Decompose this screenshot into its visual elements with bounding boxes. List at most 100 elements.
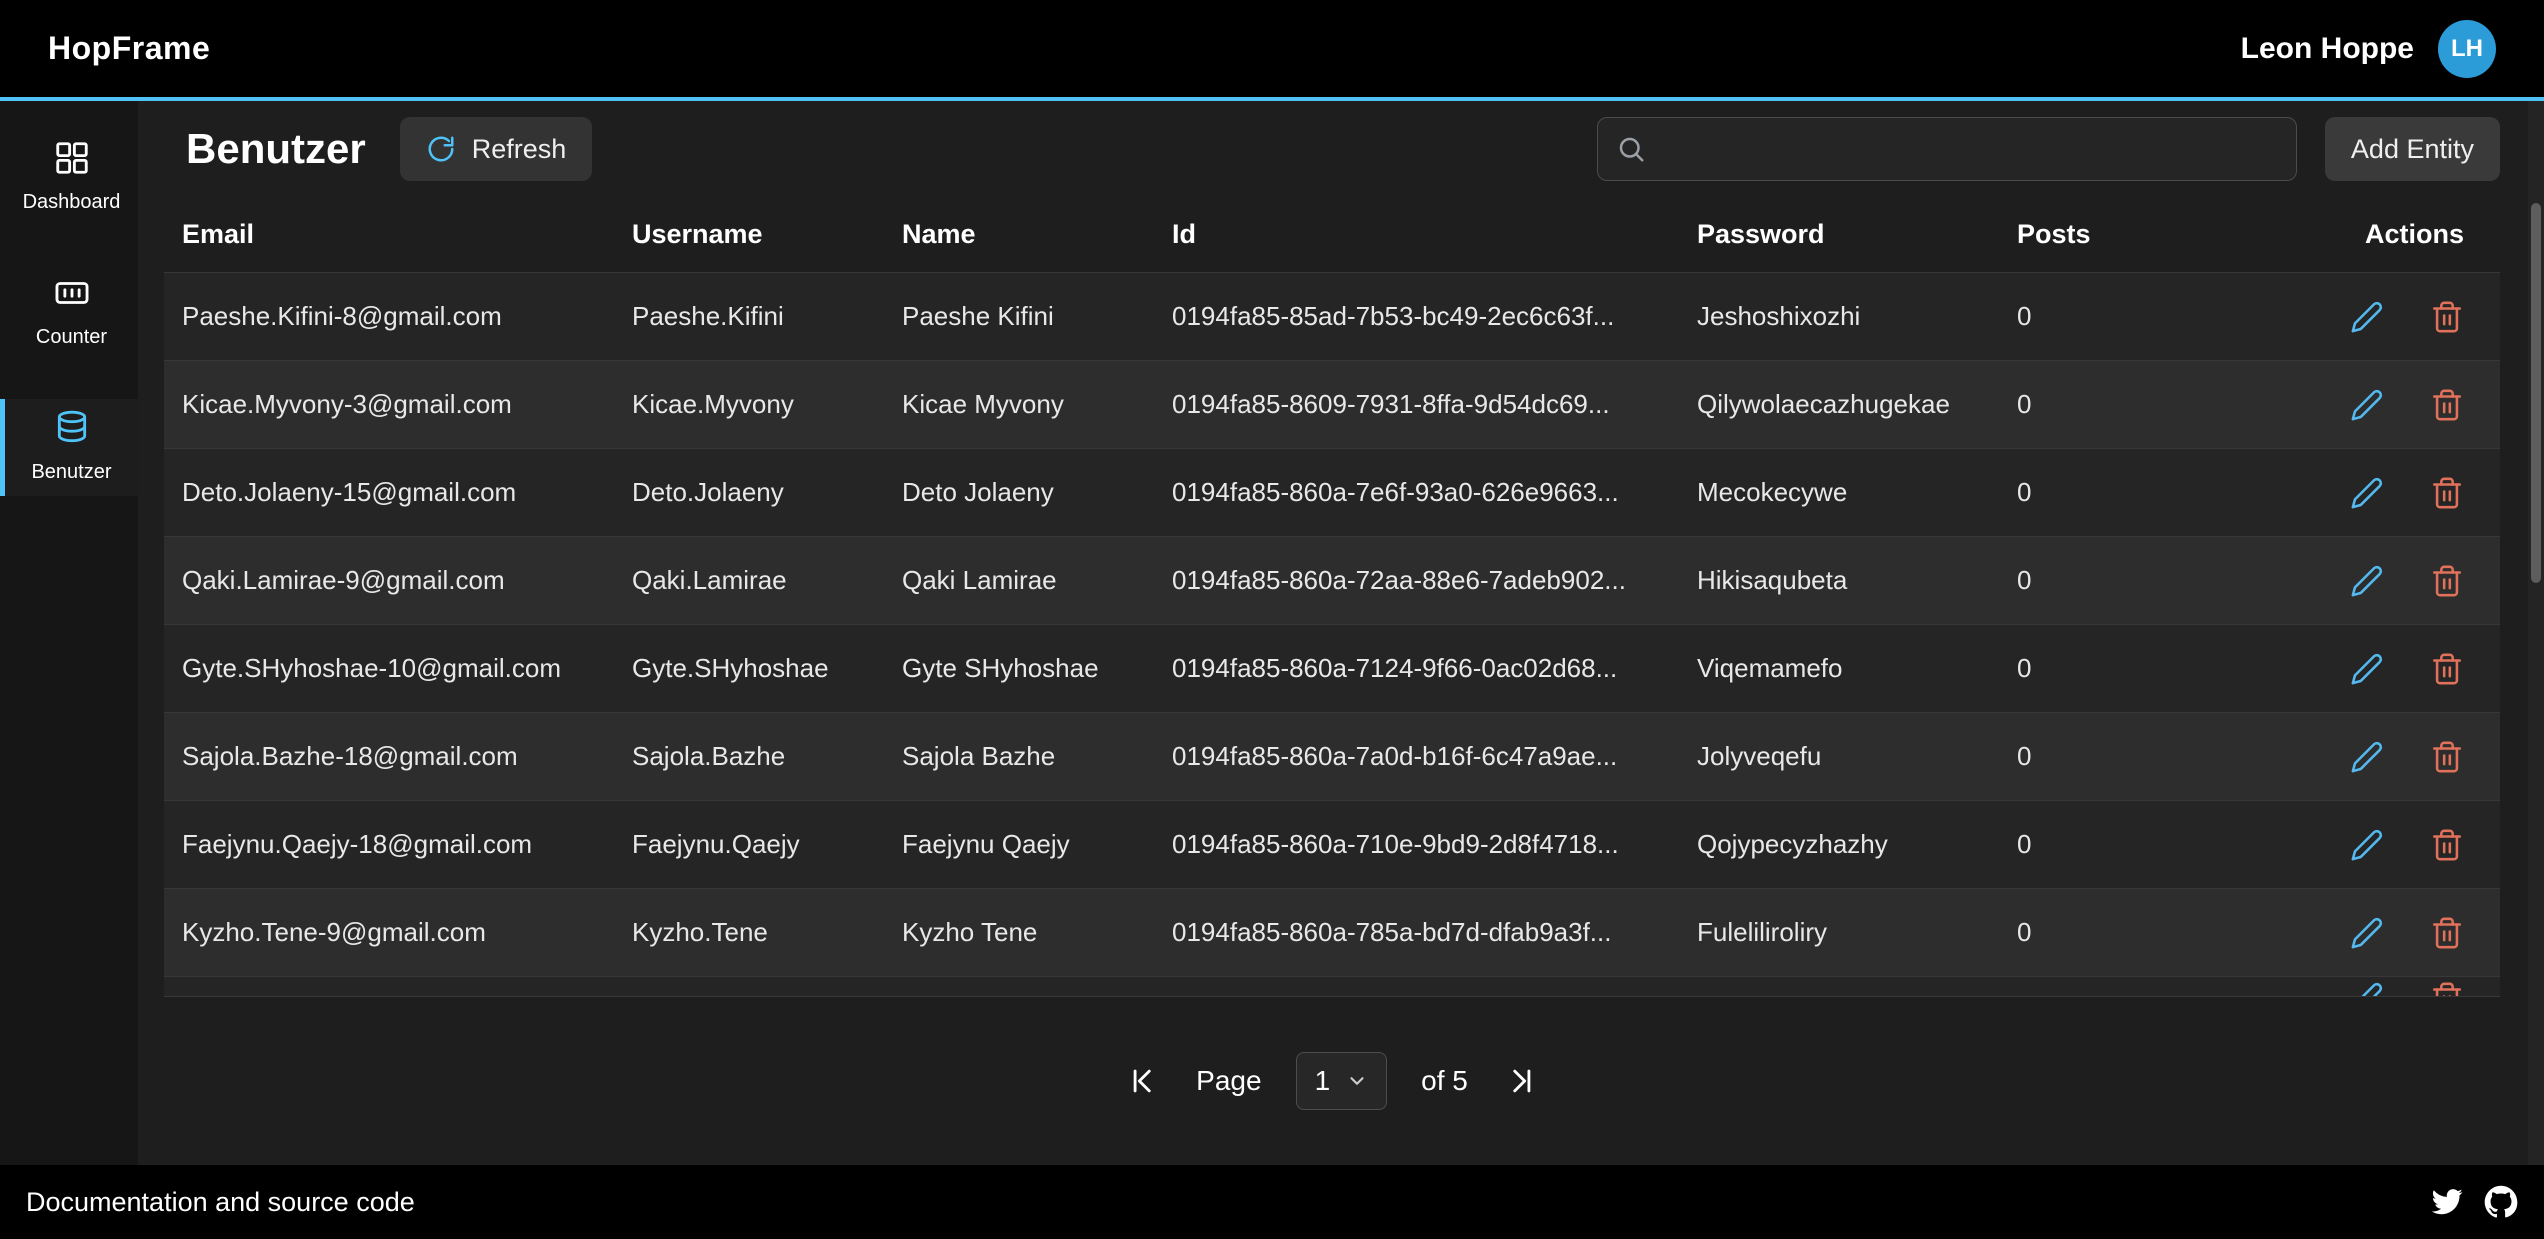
github-icon[interactable] xyxy=(2484,1185,2518,1219)
footer-docs-link[interactable]: Documentation and source code xyxy=(26,1187,415,1218)
edit-row-button[interactable] xyxy=(2350,300,2384,334)
edit-row-button[interactable] xyxy=(2350,981,2384,997)
cell-password: Jolyveqefu xyxy=(1679,741,1999,772)
search-input[interactable] xyxy=(1660,133,2278,166)
trash-icon xyxy=(2430,652,2464,686)
cell-actions xyxy=(2289,388,2500,422)
search-icon xyxy=(1616,134,1646,164)
database-icon xyxy=(53,409,91,452)
cell-id xyxy=(1154,977,1679,981)
delete-row-button[interactable] xyxy=(2430,564,2464,598)
sidebar-item-dashboard[interactable]: Dashboard xyxy=(0,129,138,226)
cell-email: Sajola.Bazhe-18@gmail.com xyxy=(164,741,614,772)
cell-password: Fuleliliroliry xyxy=(1679,917,1999,948)
main-panel: Benutzer Refresh Add Entity xyxy=(138,101,2544,1165)
cell-actions xyxy=(2289,740,2500,774)
footer-icons xyxy=(2430,1185,2518,1219)
cell-actions xyxy=(2289,977,2500,997)
sidebar-item-label: Benutzer xyxy=(31,461,111,484)
cell-username: Sajola.Bazhe xyxy=(614,741,884,772)
table-body: Paeshe.Kifini-8@gmail.com Paeshe.Kifini … xyxy=(164,273,2500,997)
table-row: Kyzho.Tene-9@gmail.com Kyzho.Tene Kyzho … xyxy=(164,889,2500,977)
trash-icon xyxy=(2430,300,2464,334)
delete-row-button[interactable] xyxy=(2430,652,2464,686)
cell-username: Qaki.Lamirae xyxy=(614,565,884,596)
delete-row-button[interactable] xyxy=(2430,300,2464,334)
cell-actions xyxy=(2289,300,2500,334)
edit-row-button[interactable] xyxy=(2350,476,2384,510)
edit-row-button[interactable] xyxy=(2350,652,2384,686)
table-row: Gyte.SHyhoshae-10@gmail.com Gyte.SHyhosh… xyxy=(164,625,2500,713)
pencil-icon xyxy=(2350,300,2384,334)
cell-actions xyxy=(2289,652,2500,686)
scrollbar-thumb[interactable] xyxy=(2531,203,2541,583)
page-count-label: of 5 xyxy=(1421,1065,1468,1097)
pencil-icon xyxy=(2350,916,2384,950)
cell-id: 0194fa85-860a-72aa-88e6-7adeb902... xyxy=(1154,565,1679,596)
pagination: Page 1 of 5 xyxy=(164,997,2500,1165)
delete-row-button[interactable] xyxy=(2430,981,2464,997)
edit-row-button[interactable] xyxy=(2350,916,2384,950)
last-page-button[interactable] xyxy=(1502,1064,1536,1098)
table-header: Email Username Name Id Password Posts Ac… xyxy=(164,197,2500,273)
cell-name: Gyte SHyhoshae xyxy=(884,653,1154,684)
sidebar-item-label: Counter xyxy=(36,326,107,349)
cell-id: 0194fa85-860a-710e-9bd9-2d8f4718... xyxy=(1154,829,1679,860)
cell-id: 0194fa85-8609-7931-8ffa-9d54dc69... xyxy=(1154,389,1679,420)
table-row: Qaki.Lamirae-9@gmail.com Qaki.Lamirae Qa… xyxy=(164,537,2500,625)
delete-row-button[interactable] xyxy=(2430,916,2464,950)
scrollbar-track[interactable] xyxy=(2528,101,2544,1165)
search-box xyxy=(1597,117,2297,181)
cell-email: Faejynu.Qaejy-18@gmail.com xyxy=(164,829,614,860)
trash-icon xyxy=(2430,981,2464,997)
trash-icon xyxy=(2430,388,2464,422)
column-header-password: Password xyxy=(1679,219,1999,250)
edit-row-button[interactable] xyxy=(2350,564,2384,598)
avatar[interactable]: LH xyxy=(2438,20,2496,78)
edit-row-button[interactable] xyxy=(2350,388,2384,422)
cell-username: Kicae.Myvony xyxy=(614,389,884,420)
edit-row-button[interactable] xyxy=(2350,828,2384,862)
trash-icon xyxy=(2430,828,2464,862)
pencil-icon xyxy=(2350,564,2384,598)
pencil-icon xyxy=(2350,828,2384,862)
first-page-button[interactable] xyxy=(1128,1064,1162,1098)
pencil-icon xyxy=(2350,652,2384,686)
delete-row-button[interactable] xyxy=(2430,828,2464,862)
cell-name: Deto Jolaeny xyxy=(884,477,1154,508)
table-row: Faejynu.Qaejy-18@gmail.com Faejynu.Qaejy… xyxy=(164,801,2500,889)
sidebar-item-benutzer[interactable]: Benutzer xyxy=(0,399,138,496)
cell-email xyxy=(164,977,614,981)
cell-email: Paeshe.Kifini-8@gmail.com xyxy=(164,301,614,332)
cell-username: Gyte.SHyhoshae xyxy=(614,653,884,684)
delete-row-button[interactable] xyxy=(2430,740,2464,774)
cell-id: 0194fa85-85ad-7b53-bc49-2ec6c63f... xyxy=(1154,301,1679,332)
column-header-email: Email xyxy=(164,219,614,250)
page-select[interactable]: 1 xyxy=(1296,1052,1388,1110)
cell-password: Mecokecywe xyxy=(1679,477,1999,508)
cell-actions xyxy=(2289,828,2500,862)
edit-row-button[interactable] xyxy=(2350,740,2384,774)
cell-posts: 0 xyxy=(1999,741,2289,772)
delete-row-button[interactable] xyxy=(2430,476,2464,510)
app-logo: HopFrame xyxy=(48,30,210,67)
bird-icon[interactable] xyxy=(2430,1185,2464,1219)
cell-email: Gyte.SHyhoshae-10@gmail.com xyxy=(164,653,614,684)
sidebar-item-label: Dashboard xyxy=(23,191,121,214)
cell-password: Qilywolaecazhugekae xyxy=(1679,389,1999,420)
cell-posts: 0 xyxy=(1999,829,2289,860)
counter-icon xyxy=(53,274,91,317)
cell-name: Kicae Myvony xyxy=(884,389,1154,420)
cell-posts: 0 xyxy=(1999,917,2289,948)
refresh-button[interactable]: Refresh xyxy=(400,117,593,181)
user-name: Leon Hoppe xyxy=(2241,32,2414,66)
delete-row-button[interactable] xyxy=(2430,388,2464,422)
column-header-name: Name xyxy=(884,219,1154,250)
cell-username: Faejynu.Qaejy xyxy=(614,829,884,860)
sidebar-item-counter[interactable]: Counter xyxy=(0,264,138,361)
add-entity-label: Add Entity xyxy=(2351,134,2474,165)
cell-email: Qaki.Lamirae-9@gmail.com xyxy=(164,565,614,596)
cell-email: Kicae.Myvony-3@gmail.com xyxy=(164,389,614,420)
add-entity-button[interactable]: Add Entity xyxy=(2325,117,2500,181)
dashboard-grid-icon xyxy=(53,139,91,182)
